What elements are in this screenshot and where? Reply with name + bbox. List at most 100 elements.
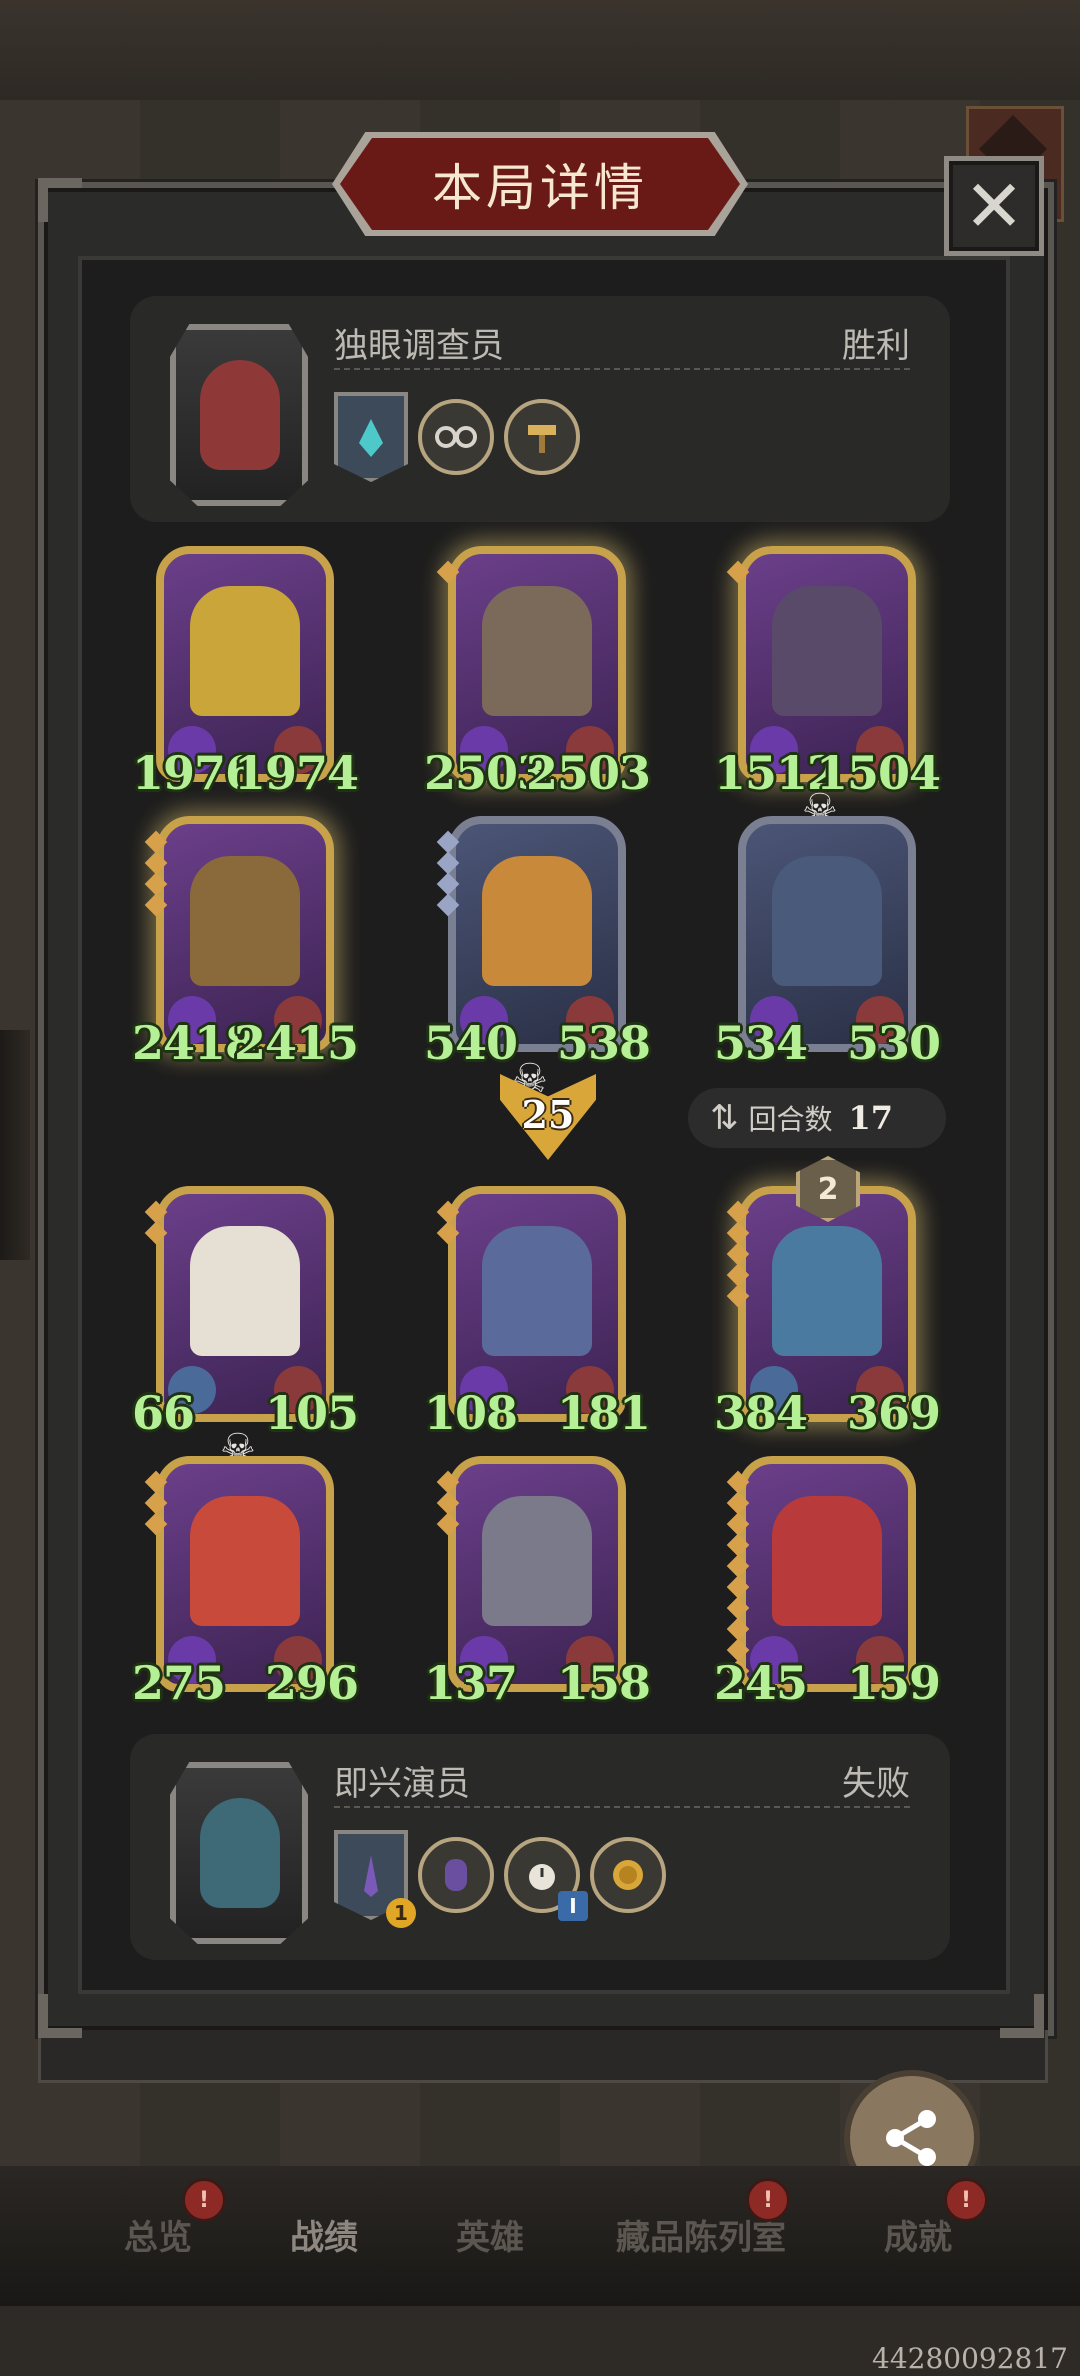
player-info-loser: 即兴演员 失败 1 I xyxy=(130,1734,950,1960)
upgrade-pip xyxy=(144,1200,168,1224)
health-value: 158 xyxy=(556,1656,651,1710)
minion-art xyxy=(482,1496,592,1626)
upgrade-pip xyxy=(144,1221,168,1245)
minion-art xyxy=(772,1496,882,1626)
minion-card[interactable]: 137 158 xyxy=(424,1456,651,1710)
minion-card[interactable]: 2503 2503 xyxy=(424,546,651,800)
minion-card[interactable]: 540 538 ☠ xyxy=(424,816,651,1102)
upgrade-pip xyxy=(726,1596,750,1620)
attack-value: 108 xyxy=(424,1386,518,1440)
bone-ring-icon[interactable] xyxy=(418,399,494,475)
upgrade-pip xyxy=(726,1533,750,1557)
health-value: 159 xyxy=(846,1656,941,1710)
upgrade-pip xyxy=(726,1575,750,1599)
minion-card[interactable]: 108 181 xyxy=(424,1186,651,1440)
minion-art xyxy=(482,1226,592,1356)
minion-art xyxy=(190,856,300,986)
minion-art xyxy=(190,1496,300,1626)
upgrade-pip xyxy=(436,1470,460,1494)
minion-card[interactable]: 1976 1974 xyxy=(132,546,359,800)
upgrade-pip xyxy=(726,1512,750,1536)
close-icon: ✕ xyxy=(963,164,1025,248)
item-badge: 1 xyxy=(386,1898,416,1928)
upgrade-pip xyxy=(144,893,168,917)
minion-card[interactable]: 384 369 2 xyxy=(714,1156,941,1440)
upgrade-pip xyxy=(726,1491,750,1515)
attack-value: 384 xyxy=(714,1386,808,1440)
upgrade-pip xyxy=(726,1554,750,1578)
upgrade-pip xyxy=(436,1200,460,1224)
tab-overview[interactable]: 总览 xyxy=(124,2210,192,2259)
divider xyxy=(334,1806,910,1808)
upgrade-pips xyxy=(436,560,460,584)
upgrade-pip xyxy=(726,1221,750,1245)
upgrade-pips xyxy=(726,1200,750,1308)
side-curtain xyxy=(0,1030,30,1260)
hammer-coin-icon[interactable] xyxy=(504,399,580,475)
upgrade-pip xyxy=(436,893,460,917)
upgrade-pip xyxy=(144,1491,168,1515)
upgrade-pips xyxy=(726,1470,750,1683)
upgrade-pip xyxy=(726,560,750,584)
tab-achievements[interactable]: 成就 xyxy=(884,2210,952,2259)
player-result: 失败 xyxy=(842,1764,910,1804)
item-list: 1 I xyxy=(334,1830,666,1928)
upgrade-pip xyxy=(144,1512,168,1536)
upgrade-pip xyxy=(726,1470,750,1494)
attack-value: 66 xyxy=(132,1386,195,1440)
upgrade-pip xyxy=(726,1242,750,1266)
player-name: 独眼调查员 xyxy=(334,326,504,366)
minion-card[interactable]: 2418 2415 xyxy=(132,816,359,1070)
upgrade-pips xyxy=(436,1470,460,1536)
dagger-shield-icon[interactable] xyxy=(334,392,408,482)
attack-value: 137 xyxy=(424,1656,518,1710)
page-title: 本局详情 xyxy=(432,159,648,217)
upgrade-pip xyxy=(144,1470,168,1494)
upgrade-pip xyxy=(436,1512,460,1536)
minion-card[interactable]: 275 296 xyxy=(132,1456,359,1710)
health-value: 2503 xyxy=(525,746,651,800)
door-icon[interactable] xyxy=(418,1837,494,1913)
minion-art xyxy=(772,856,882,986)
upgrade-pip xyxy=(436,1221,460,1245)
upgrade-pip xyxy=(436,830,460,854)
minion-art xyxy=(772,586,882,716)
health-value: 296 xyxy=(264,1656,359,1710)
upgrade-pips xyxy=(436,1200,460,1245)
avatar[interactable] xyxy=(170,1762,308,1944)
upgrade-pip xyxy=(436,872,460,896)
upgrade-pips xyxy=(436,830,460,917)
minion-card[interactable]: 245 159 xyxy=(714,1456,941,1710)
player-info-winner: 独眼调查员 胜利 xyxy=(130,296,950,522)
health-value: 538 xyxy=(556,1016,651,1070)
upgrade-pips xyxy=(726,560,750,584)
minion-card[interactable]: 1512 1504 ☠ xyxy=(714,546,941,832)
tab-records[interactable]: 战绩 xyxy=(290,2210,358,2259)
panel-corner xyxy=(38,1994,82,2038)
upgrade-pip xyxy=(436,1491,460,1515)
notification-dot: ! xyxy=(746,2178,790,2222)
upgrade-pips xyxy=(144,1200,168,1245)
health-value: 105 xyxy=(264,1386,359,1440)
minion-card[interactable]: 66 105 ☠ xyxy=(132,1186,359,1472)
close-button[interactable]: ✕ xyxy=(944,156,1044,256)
upgrade-pip xyxy=(726,1284,750,1308)
avatar[interactable] xyxy=(170,324,308,506)
round-count-label: 回合数 xyxy=(748,1103,833,1136)
gold-coin-icon[interactable] xyxy=(590,1837,666,1913)
stopwatch-icon[interactable]: I xyxy=(504,1837,588,1921)
minion-art xyxy=(482,586,592,716)
upgrade-pips xyxy=(144,1470,168,1536)
health-value: 369 xyxy=(846,1386,941,1440)
upgrade-pip xyxy=(144,851,168,875)
tab-heroes[interactable]: 英雄 xyxy=(456,2210,524,2259)
minion-art xyxy=(482,856,592,986)
round-count-pill: ⇅ 回合数 17 xyxy=(688,1088,946,1148)
turn-number: 25 xyxy=(521,1092,575,1137)
player-result: 胜利 xyxy=(842,326,910,366)
upgrade-pip xyxy=(436,851,460,875)
title-banner: 本局详情 xyxy=(340,138,740,230)
minion-art xyxy=(190,586,300,716)
dagger-shield-icon[interactable]: 1 xyxy=(334,1830,416,1928)
minion-card[interactable]: 534 530 xyxy=(714,816,941,1070)
